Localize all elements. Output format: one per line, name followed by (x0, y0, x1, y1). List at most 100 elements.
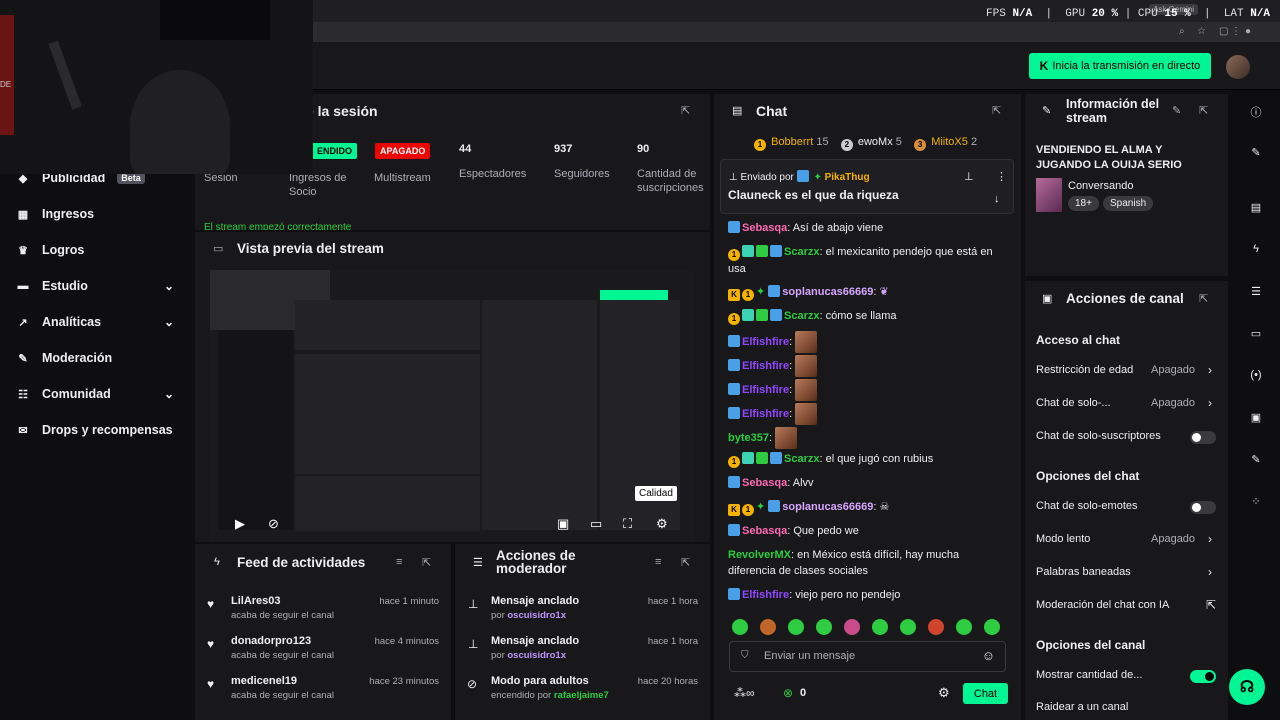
emote-icon[interactable] (760, 619, 776, 635)
pinned-message[interactable] (720, 159, 1014, 214)
viewers-label: Espectadores (459, 168, 527, 180)
emote-only-toggle[interactable] (1190, 501, 1216, 514)
emote-icon[interactable] (732, 619, 748, 635)
fullscreen-icon[interactable]: ⛶ (623, 516, 632, 532)
popout-icon[interactable]: ⇱ (1199, 292, 1208, 305)
chat-icon[interactable]: ▭ (1249, 327, 1263, 341)
chevron-down-icon: ⌄ (163, 315, 174, 329)
subs-only-toggle[interactable] (1190, 431, 1216, 444)
chat-message[interactable]: Sebasqa: Que pedo we (728, 523, 998, 539)
emote-icon[interactable] (816, 619, 832, 635)
leader-name[interactable]: ewoMx (858, 136, 893, 148)
chat-message[interactable]: K 1 ✦ soplanucas66669: ❦ (728, 284, 998, 301)
gear-icon[interactable]: ⚙ (938, 685, 950, 701)
feed-item-name[interactable]: donadorpro123 (231, 635, 311, 647)
filter-icon[interactable]: ≡ (396, 556, 402, 568)
chat-message[interactable]: Sebasqa: Así de abajo viene (728, 220, 998, 236)
search-icon[interactable]: ⌕ (1179, 26, 1185, 37)
members-icon[interactable]: ⁂∞ (734, 686, 755, 700)
popout-icon[interactable]: ⇱ (1199, 104, 1208, 117)
help-button[interactable]: ☊ (1229, 669, 1265, 705)
more-icon[interactable]: ⋮ (996, 170, 1007, 183)
show-count-toggle[interactable] (1190, 670, 1216, 683)
popout-icon[interactable]: ⇱ (422, 556, 431, 569)
sidebar-item-comunidad[interactable]: ☷ Comunidad ⌄ (16, 384, 176, 404)
category-name[interactable]: Conversando (1068, 180, 1133, 192)
ai-moderation-row[interactable]: Moderación del chat con IA (1036, 599, 1216, 611)
sparkle-icon: ✦ (756, 501, 766, 513)
chat-message[interactable]: Elfishfire: (728, 355, 998, 377)
info-icon[interactable]: ⓘ (1249, 104, 1263, 119)
chat-message[interactable]: Elfishfire: (728, 379, 998, 401)
gear-icon[interactable]: ⚙ (656, 516, 668, 532)
emote-icon[interactable] (984, 619, 1000, 635)
raid-row[interactable]: Raidear a un canal (1036, 701, 1216, 713)
chat-message[interactable]: Sebasqa: Alvv (728, 475, 998, 491)
sidebar-item-logros[interactable]: ♛ Logros (16, 240, 176, 260)
sidebar-item-analiticas[interactable]: ↗ Analíticas ⌄ (16, 312, 176, 332)
avatar[interactable] (1226, 55, 1250, 79)
theater-icon[interactable]: ▣ (557, 516, 569, 532)
filter-icon[interactable]: ≡ (655, 556, 661, 568)
partner-badge (796, 170, 809, 182)
profile-icon[interactable]: ● (1245, 26, 1251, 37)
sidebar-item-ingresos[interactable]: ▦ Ingresos (16, 204, 176, 224)
feed-item-name[interactable]: medicenel19 (231, 675, 297, 687)
tag-pill[interactable]: Spanish (1103, 196, 1154, 211)
emote-icon[interactable] (872, 619, 888, 635)
emoji-icon[interactable]: ☺ (982, 648, 995, 663)
popout-icon[interactable]: ⇱ (681, 104, 690, 117)
menu-icon[interactable]: ⋮ (1231, 26, 1241, 37)
sidebar-item-estudio[interactable]: ▬ Estudio ⌄ (16, 276, 176, 296)
edit-icon[interactable]: ✎ (1172, 104, 1181, 117)
clip-icon[interactable]: ▭ (590, 516, 602, 532)
lightning-icon[interactable]: ϟ (1249, 243, 1263, 257)
chat-message[interactable]: byte357: (728, 427, 998, 449)
leader-name[interactable]: Bobberrt (771, 136, 813, 148)
stream-preview-video[interactable] (210, 270, 694, 542)
video-icon[interactable]: ▤ (1249, 201, 1263, 215)
emote-icon[interactable] (900, 619, 916, 635)
webcam-light (0, 15, 14, 135)
edit-icon[interactable]: ✎ (1249, 146, 1263, 160)
list-icon[interactable]: ☰ (1249, 285, 1263, 299)
chat-message[interactable]: 1 Scarzx: cómo se llama (728, 308, 998, 325)
code-icon[interactable]: (•) (1249, 369, 1263, 383)
leader-name[interactable]: MiitoX5 (931, 136, 968, 148)
go-live-button[interactable]: K Inicia la transmisión en directo (1029, 53, 1211, 79)
chat-message[interactable]: 1 Scarzx: el mexicanito pendejo que está … (728, 244, 998, 277)
chat-input-placeholder: Enviar un mensaje (764, 650, 856, 662)
chat-send-button[interactable]: Chat (963, 683, 1008, 704)
chat-message[interactable]: K 1 ✦ soplanucas66669: ☠ (728, 499, 998, 516)
pin-icon[interactable]: ⊥ (964, 170, 974, 183)
chat-message[interactable]: Elfishfire: (728, 403, 998, 425)
play-icon[interactable]: ▶ (235, 516, 245, 532)
sidebar-item-moderacion[interactable]: ✎ Moderación (16, 348, 176, 368)
chat-message[interactable]: 1 Scarzx: el que jugó con rubius (728, 451, 998, 468)
chat-message[interactable]: Elfishfire: (728, 331, 998, 353)
mute-icon[interactable]: ⊘ (268, 516, 279, 532)
banned-words-row[interactable]: Palabras baneadas (1036, 566, 1216, 578)
toolbox-icon[interactable]: ▣ (1249, 411, 1263, 425)
star-icon[interactable]: ☆ (1197, 26, 1206, 37)
emote-icon[interactable] (928, 619, 944, 635)
extension-icon[interactable]: ▢ (1219, 26, 1228, 37)
chat-input[interactable]: ⛉ Enviar un mensaje ☺ (729, 641, 1006, 672)
emote-icon[interactable] (956, 619, 972, 635)
browser-address-bar[interactable]: ⌕ ☆ ▢ ⋮ ● (313, 22, 1280, 42)
popout-icon[interactable]: ⇱ (992, 104, 1001, 117)
chat-message[interactable]: Elfishfire: viejo pero no pendejo (728, 587, 998, 603)
chat-message[interactable]: RevolverMX: en México está difícil, hay … (728, 547, 998, 579)
emote-bar[interactable] (732, 619, 1012, 638)
arrow-down-icon[interactable]: ↓ (994, 193, 1000, 205)
emote-icon[interactable] (844, 619, 860, 635)
feed-item-name[interactable]: LilAres03 (231, 595, 281, 607)
extensions-icon[interactable]: ⁘ (1249, 495, 1263, 509)
tag-pill[interactable]: 18+ (1068, 196, 1099, 211)
sidebar-item-drops[interactable]: ✉ Drops y recompensas (16, 420, 176, 440)
emote-icon[interactable] (788, 619, 804, 635)
wrench-icon[interactable]: ✎ (1249, 453, 1263, 467)
emote-icon (795, 355, 818, 377)
popout-icon[interactable]: ⇱ (681, 556, 690, 569)
preview-title: Vista previa del stream (237, 241, 384, 256)
